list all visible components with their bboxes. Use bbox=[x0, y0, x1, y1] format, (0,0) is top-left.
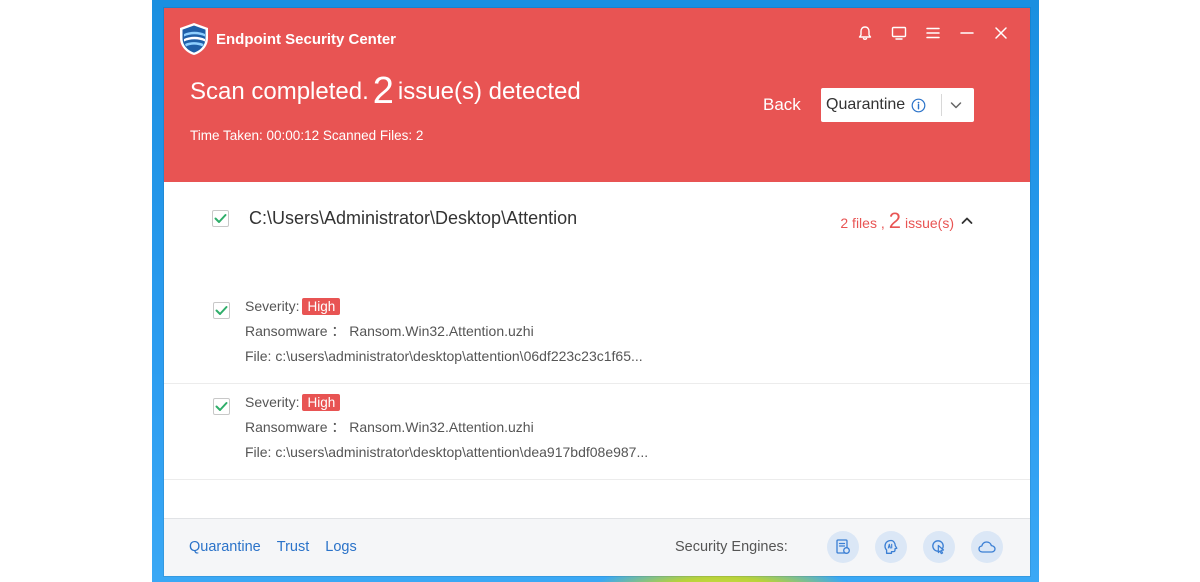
issue-details: Severity: High Ransomware ： Ransom.Win32.… bbox=[245, 390, 648, 465]
footer-links: Quarantine Trust Logs bbox=[189, 539, 373, 555]
issue-count: 2 bbox=[372, 70, 394, 112]
scan-result-title: Scan completed. 2 issue(s) detected bbox=[190, 72, 581, 110]
shield-logo-icon bbox=[180, 23, 208, 55]
app-title: Endpoint Security Center bbox=[216, 30, 397, 48]
logs-link[interactable]: Logs bbox=[325, 539, 356, 555]
severity-label: Severity: bbox=[245, 394, 300, 410]
severity-line: Severity: High bbox=[245, 294, 643, 319]
menu-button[interactable] bbox=[916, 22, 950, 44]
folder-checkbox[interactable] bbox=[212, 210, 229, 227]
cloud-engine-icon bbox=[978, 541, 996, 553]
display-button[interactable] bbox=[882, 22, 916, 44]
issue-checkbox[interactable] bbox=[213, 398, 230, 415]
menu-icon bbox=[926, 27, 940, 39]
folder-path: C:\Users\Administrator\Desktop\Attention bbox=[249, 208, 578, 228]
minimize-button[interactable] bbox=[950, 22, 984, 44]
ai-engine-button[interactable] bbox=[875, 531, 907, 563]
screenshot: Endpoint Security Center Scan completed.… bbox=[0, 0, 1200, 582]
scan-result-suffix: issue(s) detected bbox=[397, 78, 581, 105]
action-dropdown-value: Quarantine bbox=[826, 96, 906, 113]
file-scan-engine-button[interactable] bbox=[827, 531, 859, 563]
file-path: File: c:\users\administrator\desktop\att… bbox=[245, 348, 643, 364]
threat-name: Ransomware ： Ransom.Win32.Attention.uzhi bbox=[245, 419, 534, 435]
minimize-icon bbox=[960, 32, 974, 34]
info-icon[interactable] bbox=[911, 98, 926, 113]
back-button[interactable]: Back bbox=[763, 95, 801, 115]
monitor-icon bbox=[891, 26, 907, 40]
ai-engine-icon bbox=[884, 539, 898, 554]
app-window: Endpoint Security Center Scan completed.… bbox=[164, 8, 1030, 576]
quarantine-link[interactable]: Quarantine bbox=[189, 539, 261, 555]
chevron-down-icon[interactable] bbox=[949, 98, 963, 117]
dropdown-divider bbox=[941, 94, 942, 116]
bell-icon bbox=[858, 26, 872, 40]
issue-checkbox[interactable] bbox=[213, 302, 230, 319]
scan-meta: Time Taken: 00:00:12 Scanned Files: 2 bbox=[190, 128, 424, 143]
folder-row[interactable]: C:\Users\Administrator\Desktop\Attention bbox=[212, 208, 577, 229]
cloud-engine-button[interactable] bbox=[971, 531, 1003, 563]
behavior-engine-icon bbox=[932, 540, 945, 555]
trust-link[interactable]: Trust bbox=[277, 539, 310, 555]
close-icon bbox=[995, 27, 1007, 39]
severity-badge: High bbox=[302, 298, 341, 315]
folder-summary: 2 files , 2 issue(s) bbox=[840, 208, 974, 234]
issue-details: Severity: High Ransomware ： Ransom.Win32.… bbox=[245, 294, 643, 369]
file-path: File: c:\users\administrator\desktop\att… bbox=[245, 444, 649, 460]
folder-issues-label: issue(s) bbox=[904, 215, 954, 231]
chevron-up-icon[interactable] bbox=[960, 214, 974, 228]
severity-label: Severity: bbox=[245, 298, 300, 314]
list-item[interactable]: Severity: High Ransomware ： Ransom.Win32.… bbox=[164, 390, 1030, 480]
header: Endpoint Security Center Scan completed.… bbox=[164, 8, 1030, 182]
brand: Endpoint Security Center bbox=[178, 22, 396, 56]
notifications-button[interactable] bbox=[848, 22, 882, 44]
folder-files-count: 2 files , bbox=[840, 215, 885, 231]
action-dropdown[interactable]: Quarantine bbox=[821, 88, 974, 122]
severity-badge: High bbox=[302, 394, 341, 411]
threat-name: Ransomware ： Ransom.Win32.Attention.uzhi bbox=[245, 323, 534, 339]
folder-issue-count: 2 bbox=[888, 208, 901, 233]
window-controls bbox=[848, 22, 1018, 44]
severity-line: Severity: High bbox=[245, 390, 648, 415]
footer: Quarantine Trust Logs Security Engines: bbox=[164, 518, 1030, 576]
security-engines-label: Security Engines: bbox=[675, 539, 788, 555]
close-button[interactable] bbox=[984, 22, 1018, 44]
scan-results: C:\Users\Administrator\Desktop\Attention… bbox=[164, 182, 1030, 518]
scan-result-prefix: Scan completed. bbox=[190, 78, 369, 105]
list-item[interactable]: Severity: High Ransomware ： Ransom.Win32.… bbox=[164, 294, 1030, 384]
behavior-engine-button[interactable] bbox=[923, 531, 955, 563]
security-engines bbox=[827, 531, 1019, 563]
file-scan-engine-icon bbox=[836, 539, 850, 554]
